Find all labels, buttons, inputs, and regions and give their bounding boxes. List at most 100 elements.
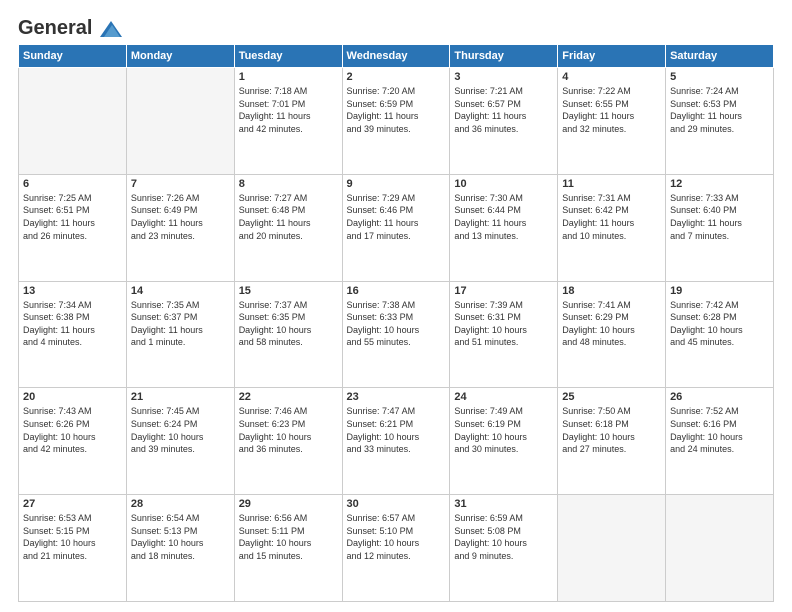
day-number: 15: [239, 285, 338, 297]
calendar-header-row: SundayMondayTuesdayWednesdayThursdayFrid…: [19, 45, 774, 68]
day-info: Sunrise: 7:24 AM Sunset: 6:53 PM Dayligh…: [670, 85, 769, 135]
calendar-table: SundayMondayTuesdayWednesdayThursdayFrid…: [18, 44, 774, 602]
day-info: Sunrise: 7:50 AM Sunset: 6:18 PM Dayligh…: [562, 405, 661, 455]
weekday-header-thursday: Thursday: [450, 45, 558, 68]
calendar-cell: 5 Sunrise: 7:24 AM Sunset: 6:53 PM Daylig…: [666, 68, 774, 175]
day-info: Sunrise: 7:46 AM Sunset: 6:23 PM Dayligh…: [239, 405, 338, 455]
day-info: Sunrise: 6:56 AM Sunset: 5:11 PM Dayligh…: [239, 512, 338, 562]
calendar-cell: 28Sunrise: 6:54 AM Sunset: 5:13 PM Dayli…: [126, 495, 234, 602]
day-number: 14: [131, 285, 230, 297]
calendar-cell: 15 Sunrise: 7:37 AM Sunset: 6:35 PM Dayli…: [234, 281, 342, 388]
day-info: Sunrise: 7:21 AM Sunset: 6:57 PM Dayligh…: [454, 85, 553, 135]
logo: General: [18, 18, 122, 38]
calendar-cell: 26 Sunrise: 7:52 AM Sunset: 6:16 PM Dayli…: [666, 388, 774, 495]
day-number: 25: [562, 391, 661, 403]
calendar-week-row: 13 Sunrise: 7:34 AM Sunset: 6:38 PM Dayli…: [19, 281, 774, 388]
calendar-cell: 1 Sunrise: 7:18 AM Sunset: 7:01 PM Daylig…: [234, 68, 342, 175]
calendar-cell: 11 Sunrise: 7:31 AM Sunset: 6:42 PM Dayli…: [558, 174, 666, 281]
day-number: 21: [131, 391, 230, 403]
day-info: Sunrise: 6:57 AM Sunset: 5:10 PM Dayligh…: [347, 512, 446, 562]
day-number: 20: [23, 391, 122, 403]
calendar-cell: 25 Sunrise: 7:50 AM Sunset: 6:18 PM Dayli…: [558, 388, 666, 495]
day-number: 10: [454, 178, 553, 190]
calendar-cell: 31 Sunrise: 6:59 AM Sunset: 5:08 PM Dayli…: [450, 495, 558, 602]
weekday-header-sunday: Sunday: [19, 45, 127, 68]
calendar-week-row: 20 Sunrise: 7:43 AM Sunset: 6:26 PM Dayli…: [19, 388, 774, 495]
day-number: 12: [670, 178, 769, 190]
day-info: Sunrise: 7:42 AM Sunset: 6:28 PM Dayligh…: [670, 299, 769, 349]
calendar-cell: [558, 495, 666, 602]
calendar-cell: [666, 495, 774, 602]
calendar-cell: 6 Sunrise: 7:25 AM Sunset: 6:51 PM Daylig…: [19, 174, 127, 281]
day-info: Sunrise: 7:43 AM Sunset: 6:26 PM Dayligh…: [23, 405, 122, 455]
weekday-header-tuesday: Tuesday: [234, 45, 342, 68]
calendar-cell: 7Sunrise: 7:26 AM Sunset: 6:49 PM Daylig…: [126, 174, 234, 281]
calendar-cell: 30 Sunrise: 6:57 AM Sunset: 5:10 PM Dayli…: [342, 495, 450, 602]
calendar-cell: 10 Sunrise: 7:30 AM Sunset: 6:44 PM Dayli…: [450, 174, 558, 281]
calendar-cell: 12 Sunrise: 7:33 AM Sunset: 6:40 PM Dayli…: [666, 174, 774, 281]
day-info: Sunrise: 7:29 AM Sunset: 6:46 PM Dayligh…: [347, 192, 446, 242]
day-number: 30: [347, 498, 446, 510]
calendar-cell: 19Sunrise: 7:42 AM Sunset: 6:28 PM Dayli…: [666, 281, 774, 388]
day-number: 13: [23, 285, 122, 297]
day-info: Sunrise: 7:35 AM Sunset: 6:37 PM Dayligh…: [131, 299, 230, 349]
calendar-cell: 13 Sunrise: 7:34 AM Sunset: 6:38 PM Dayli…: [19, 281, 127, 388]
day-number: 6: [23, 178, 122, 190]
day-number: 28: [131, 498, 230, 510]
day-info: Sunrise: 6:53 AM Sunset: 5:15 PM Dayligh…: [23, 512, 122, 562]
calendar-cell: 16Sunrise: 7:38 AM Sunset: 6:33 PM Dayli…: [342, 281, 450, 388]
day-number: 11: [562, 178, 661, 190]
day-info: Sunrise: 7:49 AM Sunset: 6:19 PM Dayligh…: [454, 405, 553, 455]
calendar-week-row: 27 Sunrise: 6:53 AM Sunset: 5:15 PM Dayli…: [19, 495, 774, 602]
day-info: Sunrise: 7:18 AM Sunset: 7:01 PM Dayligh…: [239, 85, 338, 135]
calendar-cell: 29 Sunrise: 6:56 AM Sunset: 5:11 PM Dayli…: [234, 495, 342, 602]
day-number: 31: [454, 498, 553, 510]
day-info: Sunrise: 6:59 AM Sunset: 5:08 PM Dayligh…: [454, 512, 553, 562]
day-number: 2: [347, 71, 446, 83]
calendar-cell: 20 Sunrise: 7:43 AM Sunset: 6:26 PM Dayli…: [19, 388, 127, 495]
day-info: Sunrise: 7:41 AM Sunset: 6:29 PM Dayligh…: [562, 299, 661, 349]
day-number: 27: [23, 498, 122, 510]
day-info: Sunrise: 7:27 AM Sunset: 6:48 PM Dayligh…: [239, 192, 338, 242]
day-info: Sunrise: 7:33 AM Sunset: 6:40 PM Dayligh…: [670, 192, 769, 242]
day-number: 4: [562, 71, 661, 83]
day-number: 3: [454, 71, 553, 83]
day-info: Sunrise: 7:30 AM Sunset: 6:44 PM Dayligh…: [454, 192, 553, 242]
page-header: General: [18, 18, 774, 38]
calendar-cell: 4 Sunrise: 7:22 AM Sunset: 6:55 PM Daylig…: [558, 68, 666, 175]
day-info: Sunrise: 7:22 AM Sunset: 6:55 PM Dayligh…: [562, 85, 661, 135]
calendar-cell: 18 Sunrise: 7:41 AM Sunset: 6:29 PM Dayli…: [558, 281, 666, 388]
day-number: 18: [562, 285, 661, 297]
calendar-cell: 14 Sunrise: 7:35 AM Sunset: 6:37 PM Dayli…: [126, 281, 234, 388]
day-number: 22: [239, 391, 338, 403]
calendar-cell: 9 Sunrise: 7:29 AM Sunset: 6:46 PM Daylig…: [342, 174, 450, 281]
calendar-cell: 27 Sunrise: 6:53 AM Sunset: 5:15 PM Dayli…: [19, 495, 127, 602]
day-info: Sunrise: 7:39 AM Sunset: 6:31 PM Dayligh…: [454, 299, 553, 349]
day-number: 17: [454, 285, 553, 297]
day-info: Sunrise: 7:37 AM Sunset: 6:35 PM Dayligh…: [239, 299, 338, 349]
weekday-header-wednesday: Wednesday: [342, 45, 450, 68]
day-info: Sunrise: 7:34 AM Sunset: 6:38 PM Dayligh…: [23, 299, 122, 349]
day-info: Sunrise: 7:52 AM Sunset: 6:16 PM Dayligh…: [670, 405, 769, 455]
day-number: 5: [670, 71, 769, 83]
calendar-cell: 8 Sunrise: 7:27 AM Sunset: 6:48 PM Daylig…: [234, 174, 342, 281]
day-number: 26: [670, 391, 769, 403]
day-info: Sunrise: 7:47 AM Sunset: 6:21 PM Dayligh…: [347, 405, 446, 455]
day-number: 16: [347, 285, 446, 297]
day-info: Sunrise: 7:31 AM Sunset: 6:42 PM Dayligh…: [562, 192, 661, 242]
day-number: 1: [239, 71, 338, 83]
weekday-header-saturday: Saturday: [666, 45, 774, 68]
calendar-week-row: 1 Sunrise: 7:18 AM Sunset: 7:01 PM Daylig…: [19, 68, 774, 175]
day-info: Sunrise: 7:20 AM Sunset: 6:59 PM Dayligh…: [347, 85, 446, 135]
day-number: 24: [454, 391, 553, 403]
weekday-header-monday: Monday: [126, 45, 234, 68]
day-number: 29: [239, 498, 338, 510]
calendar-cell: 24 Sunrise: 7:49 AM Sunset: 6:19 PM Dayli…: [450, 388, 558, 495]
day-number: 9: [347, 178, 446, 190]
day-info: Sunrise: 7:26 AM Sunset: 6:49 PM Dayligh…: [131, 192, 230, 242]
logo-icon: [100, 21, 122, 37]
day-info: Sunrise: 7:45 AM Sunset: 6:24 PM Dayligh…: [131, 405, 230, 455]
day-info: Sunrise: 7:25 AM Sunset: 6:51 PM Dayligh…: [23, 192, 122, 242]
day-number: 8: [239, 178, 338, 190]
calendar-cell: [126, 68, 234, 175]
